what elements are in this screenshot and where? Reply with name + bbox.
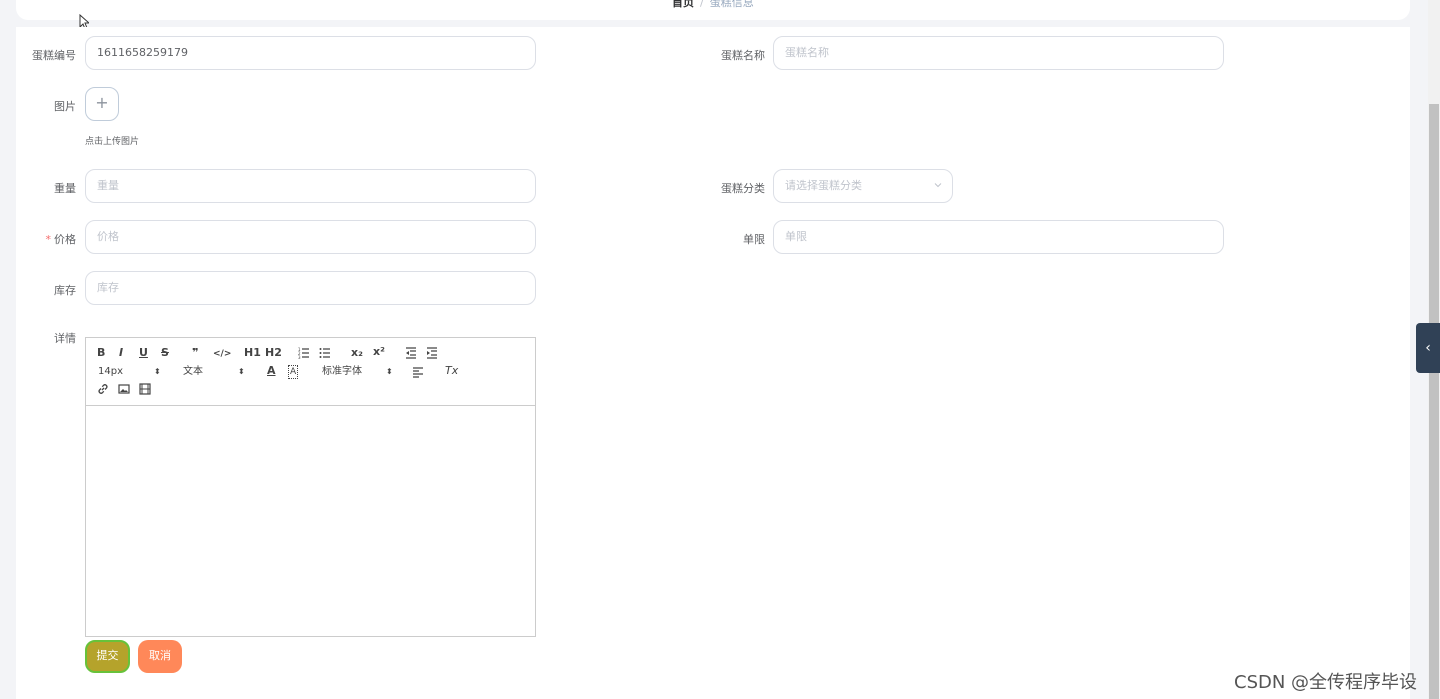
header2-icon[interactable]: H2 [265,347,282,359]
cake-no-input[interactable]: 1611658259179 [85,36,536,70]
font-size-picker[interactable]: 14px ⬍ [98,366,162,378]
blockquote-icon[interactable]: ❞ [192,347,198,359]
strike-icon[interactable]: S [161,347,169,359]
chevron-down-icon [934,183,942,188]
link-icon[interactable] [97,383,109,395]
picker-arrow-icon: ⬍ [154,367,161,376]
ordered-list-icon[interactable]: 123 [298,347,310,359]
bold-icon[interactable]: B [97,347,105,359]
svg-text:3: 3 [298,355,301,359]
font-family-picker[interactable]: 标准字体 ⬍ [322,366,394,378]
image-icon[interactable] [118,383,130,395]
cake-name-label: 蛋糕名称 [721,49,765,62]
upload-tip: 点击上传图片 [85,137,140,147]
chevron-left-icon: ‹ [1425,340,1431,356]
limit-label: 单限 [743,233,765,246]
scrollbar-thumb[interactable] [1429,104,1439,699]
image-label: 图片 [54,100,76,113]
category-label: 蛋糕分类 [721,182,765,195]
cancel-button[interactable]: 取消 [138,640,182,673]
background-color-icon[interactable]: A [288,365,299,379]
breadcrumb-separator: / [700,0,704,9]
header1-icon[interactable]: H1 [244,347,261,359]
price-input[interactable]: 价格 [85,220,536,254]
breadcrumb-current: 蛋糕信息 [709,0,754,9]
font-color-icon[interactable]: A [267,365,276,377]
font-size-value: 14px [98,366,123,377]
price-label: * 价格 [0,231,77,247]
align-left-icon[interactable] [412,366,424,378]
weight-input[interactable]: 重量 [85,169,536,203]
editor-toolbar: B I U S ❞ </> H1 H2 123 x₂ x² 14px ⬍ 文本 … [86,338,535,406]
subscript-icon[interactable]: x₂ [351,347,363,359]
bullet-list-icon[interactable] [319,347,331,359]
video-icon[interactable] [139,383,151,395]
weight-label: 重量 [54,182,76,195]
rich-text-editor: B I U S ❞ </> H1 H2 123 x₂ x² 14px ⬍ 文本 … [85,337,536,637]
header-picker[interactable]: 文本 ⬍ [183,366,247,378]
breadcrumb-home[interactable]: 首页 [672,0,694,9]
watermark: CSDN @全传程序毕设 [1234,672,1418,693]
side-panel-toggle-button[interactable]: ‹ [1416,323,1440,373]
stock-label: 库存 [54,284,76,297]
font-family-value: 标准字体 [322,366,362,377]
superscript-icon[interactable]: x² [373,346,385,358]
limit-input[interactable]: 单限 [773,220,1224,254]
price-label-text: 价格 [54,233,76,246]
plus-icon: + [95,93,109,112]
editor-content-area[interactable] [86,406,535,636]
clean-format-icon[interactable]: Tx [445,365,458,377]
cake-no-label: 蛋糕编号 [32,49,76,62]
details-label: 详情 [54,332,76,345]
indent-icon[interactable] [426,347,438,359]
category-select-placeholder: 请选择蛋糕分类 [785,179,862,192]
underline-icon[interactable]: U [139,347,148,359]
code-block-icon[interactable]: </> [213,348,231,360]
required-mark: * [45,233,52,246]
picker-arrow-icon: ⬍ [386,367,393,376]
header-value: 文本 [183,366,203,377]
category-select[interactable]: 请选择蛋糕分类 [773,169,953,203]
cake-name-input[interactable]: 蛋糕名称 [773,36,1224,70]
stock-input[interactable]: 库存 [85,271,536,305]
image-upload-button[interactable]: + [85,87,119,121]
italic-icon[interactable]: I [119,347,123,359]
submit-button[interactable]: 提交 [85,640,130,673]
picker-arrow-icon: ⬍ [238,367,245,376]
breadcrumb: 首页 / 蛋糕信息 [672,0,754,10]
outdent-icon[interactable] [405,347,417,359]
